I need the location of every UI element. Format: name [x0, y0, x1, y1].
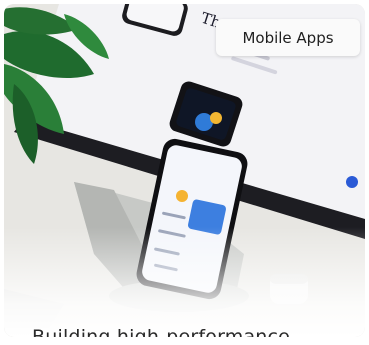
bottom-fade — [4, 227, 365, 337]
card-title[interactable]: Building high-performance — [32, 326, 290, 337]
project-card[interactable]: The d — [4, 4, 365, 337]
category-badge[interactable]: Mobile Apps — [216, 19, 360, 56]
